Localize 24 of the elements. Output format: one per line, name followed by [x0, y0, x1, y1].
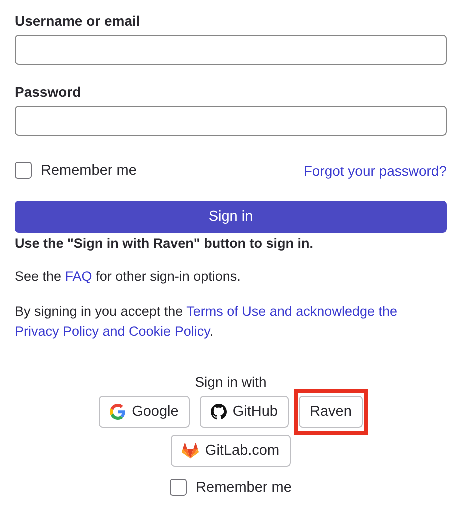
checkbox[interactable]	[15, 162, 32, 179]
terms-link[interactable]: Terms of Use and acknowledge the	[186, 304, 398, 319]
checkbox-label: Remember me	[196, 480, 292, 496]
notice-text: Use the "Sign in with Raven" button to sign in.	[15, 236, 315, 251]
checkbox-label: Remember me	[41, 162, 137, 178]
field-label: Username or email	[15, 13, 142, 29]
google-icon	[110, 404, 126, 420]
provider-button[interactable]: GitHub	[200, 396, 289, 428]
provider-button[interactable]: GitLab.com	[171, 435, 291, 467]
sign-in-button[interactable]: Sign in	[15, 201, 447, 233]
checkbox[interactable]	[170, 479, 188, 496]
provider-button[interactable]: Raven	[298, 396, 363, 428]
providers-heading: Sign in with	[195, 374, 267, 390]
faq-text: See the FAQ for other sign-in options.	[15, 268, 242, 286]
provider-button[interactable]: Google	[99, 396, 190, 428]
field-label: Password	[15, 84, 82, 100]
input-field[interactable]	[15, 106, 447, 136]
input-field[interactable]	[15, 35, 447, 65]
github-icon	[210, 404, 227, 420]
faq-link[interactable]: FAQ	[65, 269, 92, 284]
forgot-password-link[interactable]: Forgot your password?	[304, 162, 447, 178]
terms-text: By signing in you accept the Terms of Use and acknowledge the Privacy Policy and Cookie Policy.	[15, 303, 398, 341]
fox-icon	[182, 443, 200, 459]
terms-link[interactable]: Privacy Policy and Cookie Policy	[15, 324, 210, 339]
